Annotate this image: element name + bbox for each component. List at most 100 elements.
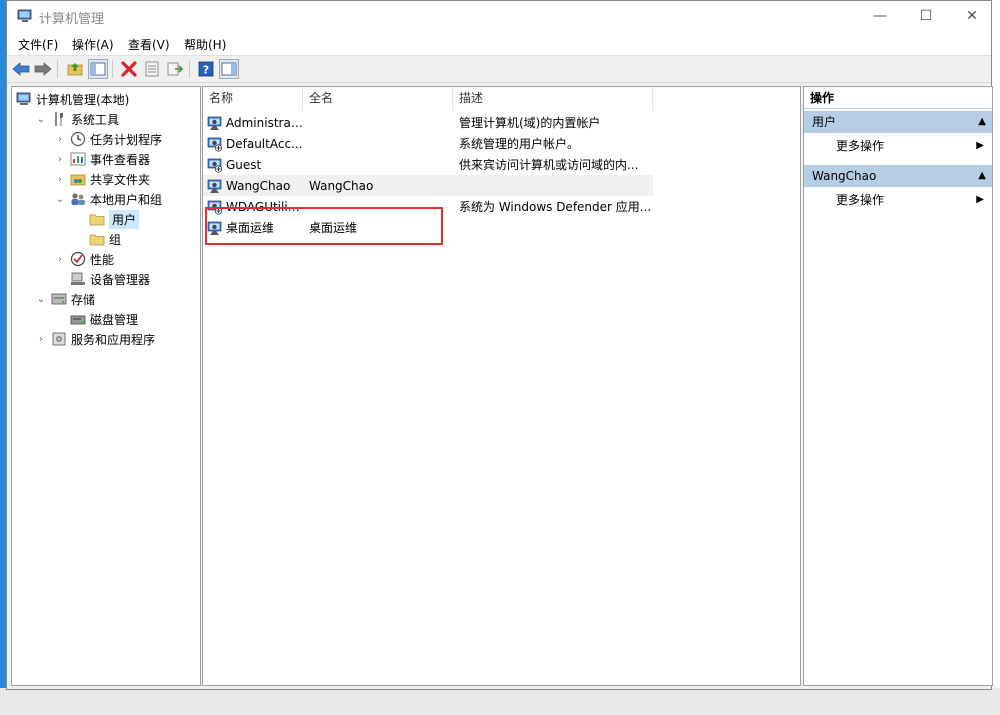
folder-icon bbox=[89, 231, 105, 247]
chevron-down-icon[interactable]: ⌄ bbox=[54, 194, 66, 205]
tree-item-9[interactable]: 设备管理器 bbox=[54, 269, 150, 289]
toolbar-separator bbox=[57, 60, 58, 78]
tree-item-11[interactable]: 磁盘管理 bbox=[54, 309, 138, 329]
tree-item-label: 存储 bbox=[71, 292, 96, 307]
computer-icon bbox=[16, 91, 32, 107]
user-icon bbox=[207, 178, 223, 194]
show-hide-tree-icon[interactable] bbox=[88, 59, 108, 79]
table-row[interactable]: WangChao WangChao bbox=[203, 175, 653, 196]
tree-item-label: 事件查看器 bbox=[90, 152, 151, 167]
column-header-fullname[interactable]: 全名 bbox=[303, 87, 453, 111]
cell-name: Administrat... bbox=[203, 115, 303, 131]
cell-description: 供来宾访问计算机或访问域的内... bbox=[459, 158, 639, 172]
tree-item-5[interactable]: ⌄ 本地用户和组 bbox=[54, 189, 162, 209]
tree-item-6[interactable]: 用户 bbox=[73, 209, 140, 229]
action-group-wangchao[interactable]: WangChao ▲ bbox=[804, 165, 992, 187]
taskbar-strip bbox=[0, 688, 1000, 715]
show-hide-action-pane-icon[interactable] bbox=[219, 59, 239, 79]
tree-item-label: 用户 bbox=[109, 209, 140, 229]
chevron-down-icon[interactable]: ⌄ bbox=[35, 294, 47, 305]
title-bar[interactable]: 计算机管理 — ☐ ✕ bbox=[7, 1, 991, 31]
collapse-triangle-icon: ▲ bbox=[978, 116, 986, 127]
action-more-actions-users[interactable]: 更多操作 ▶ bbox=[804, 135, 992, 157]
tree-item-7[interactable]: 组 bbox=[73, 229, 121, 249]
table-row[interactable]: DefaultAcc... 系统管理的用户帐户。 bbox=[203, 133, 653, 154]
tree-item-8[interactable]: › 性能 bbox=[54, 249, 114, 269]
navigation-tree: 计算机管理(本地) ⌄ 系统工具 › 任务计划程序 › 事件查看器 › 共享文件夹 ⌄ 本地用户和组… bbox=[11, 86, 201, 686]
column-header-name[interactable]: 名称 bbox=[203, 87, 303, 111]
up-folder-icon[interactable] bbox=[65, 59, 85, 79]
cell-description: 管理计算机(域)的内置帐户 bbox=[459, 116, 601, 130]
user-disabled-icon bbox=[207, 157, 223, 173]
cell-description: 系统管理的用户帐户。 bbox=[459, 137, 580, 151]
user-name: WangChao bbox=[226, 178, 291, 193]
tree-item-3[interactable]: › 事件查看器 bbox=[54, 149, 150, 169]
submenu-arrow-icon: ▶ bbox=[976, 194, 984, 205]
tree-item-label: 任务计划程序 bbox=[90, 132, 163, 147]
delete-icon[interactable] bbox=[119, 59, 139, 79]
table-row[interactable]: Administrat... 管理计算机(域)的内置帐户 bbox=[203, 112, 653, 133]
properties-icon[interactable] bbox=[142, 59, 162, 79]
cell-name: DefaultAcc... bbox=[203, 136, 303, 152]
chevron-right-icon[interactable]: › bbox=[54, 254, 66, 265]
menu-file[interactable]: 文件(F) bbox=[18, 36, 58, 53]
chevron-right-icon[interactable]: › bbox=[54, 154, 66, 165]
action-more-actions-wangchao[interactable]: 更多操作 ▶ bbox=[804, 189, 992, 211]
action-item-label: 更多操作 bbox=[836, 139, 885, 153]
toolbar-separator bbox=[112, 60, 113, 78]
chevron-down-icon[interactable]: ⌄ bbox=[35, 114, 47, 125]
disk-icon bbox=[70, 311, 86, 327]
tree-item-2[interactable]: › 任务计划程序 bbox=[54, 129, 162, 149]
window-title: 计算机管理 bbox=[39, 12, 105, 27]
menu-help[interactable]: 帮助(H) bbox=[184, 36, 226, 53]
collapse-triangle-icon: ▲ bbox=[978, 170, 986, 181]
close-button[interactable]: ✕ bbox=[949, 1, 995, 31]
tree-item-label: 计算机管理(本地) bbox=[36, 92, 130, 107]
tree-item-label: 设备管理器 bbox=[90, 272, 151, 287]
chevron-right-icon[interactable]: › bbox=[35, 334, 47, 345]
toolbar: ? bbox=[7, 56, 991, 83]
chevron-right-icon[interactable]: › bbox=[54, 174, 66, 185]
tree-item-label: 共享文件夹 bbox=[90, 172, 151, 187]
tree-item-4[interactable]: › 共享文件夹 bbox=[54, 169, 150, 189]
storage-icon bbox=[51, 291, 67, 307]
tree-item-label: 组 bbox=[109, 232, 122, 247]
table-row[interactable]: Guest 供来宾访问计算机或访问域的内... bbox=[203, 154, 653, 175]
computer-management-window: 计算机管理 — ☐ ✕ 文件(F) 操作(A) 查看(V) 帮助(H) ? 计算… bbox=[6, 0, 993, 690]
menu-view[interactable]: 查看(V) bbox=[128, 36, 170, 53]
highlight-annotation-box bbox=[205, 207, 443, 245]
shared-folder-icon bbox=[70, 171, 86, 187]
computer-management-icon bbox=[17, 9, 32, 22]
services-icon bbox=[51, 331, 67, 347]
tree-item-12[interactable]: › 服务和应用程序 bbox=[35, 329, 155, 349]
tools-icon bbox=[51, 111, 67, 127]
action-group-label: 用户 bbox=[812, 115, 837, 129]
folder-icon bbox=[89, 211, 105, 227]
tree-item-1[interactable]: ⌄ 系统工具 bbox=[35, 109, 119, 129]
tree-item-label: 系统工具 bbox=[71, 112, 120, 127]
back-arrow-icon[interactable] bbox=[11, 59, 31, 79]
help-icon[interactable]: ? bbox=[196, 59, 216, 79]
svg-text:?: ? bbox=[203, 64, 209, 77]
actions-title: 操作 bbox=[804, 87, 992, 109]
tree-item-0[interactable]: 计算机管理(本地) bbox=[16, 89, 129, 109]
user-icon bbox=[207, 115, 223, 131]
event-viewer-icon bbox=[70, 151, 86, 167]
tree-item-10[interactable]: ⌄ 存储 bbox=[35, 289, 95, 309]
actions-pane: 操作 用户 ▲ 更多操作 ▶ WangChao ▲ 更多操作 ▶ bbox=[803, 86, 993, 686]
cell-description: 系统为 Windows Defender 应用... bbox=[459, 200, 652, 214]
clock-icon bbox=[70, 131, 86, 147]
minimize-button[interactable]: — bbox=[857, 1, 903, 31]
menu-action[interactable]: 操作(A) bbox=[72, 36, 114, 53]
export-list-icon[interactable] bbox=[165, 59, 185, 79]
column-header-description[interactable]: 描述 bbox=[453, 87, 653, 111]
action-group-users[interactable]: 用户 ▲ bbox=[804, 111, 992, 133]
tree-item-label: 服务和应用程序 bbox=[71, 332, 156, 347]
chevron-right-icon[interactable]: › bbox=[54, 134, 66, 145]
toolbar-separator bbox=[189, 60, 190, 78]
forward-arrow-icon[interactable] bbox=[33, 59, 53, 79]
maximize-button[interactable]: ☐ bbox=[903, 1, 949, 31]
tree-item-label: 本地用户和组 bbox=[90, 192, 163, 207]
action-item-label: 更多操作 bbox=[836, 193, 885, 207]
users-list-view: 名称 全名 描述 Administrat... 管理计算机(域)的内置帐户 Defa… bbox=[202, 86, 801, 686]
